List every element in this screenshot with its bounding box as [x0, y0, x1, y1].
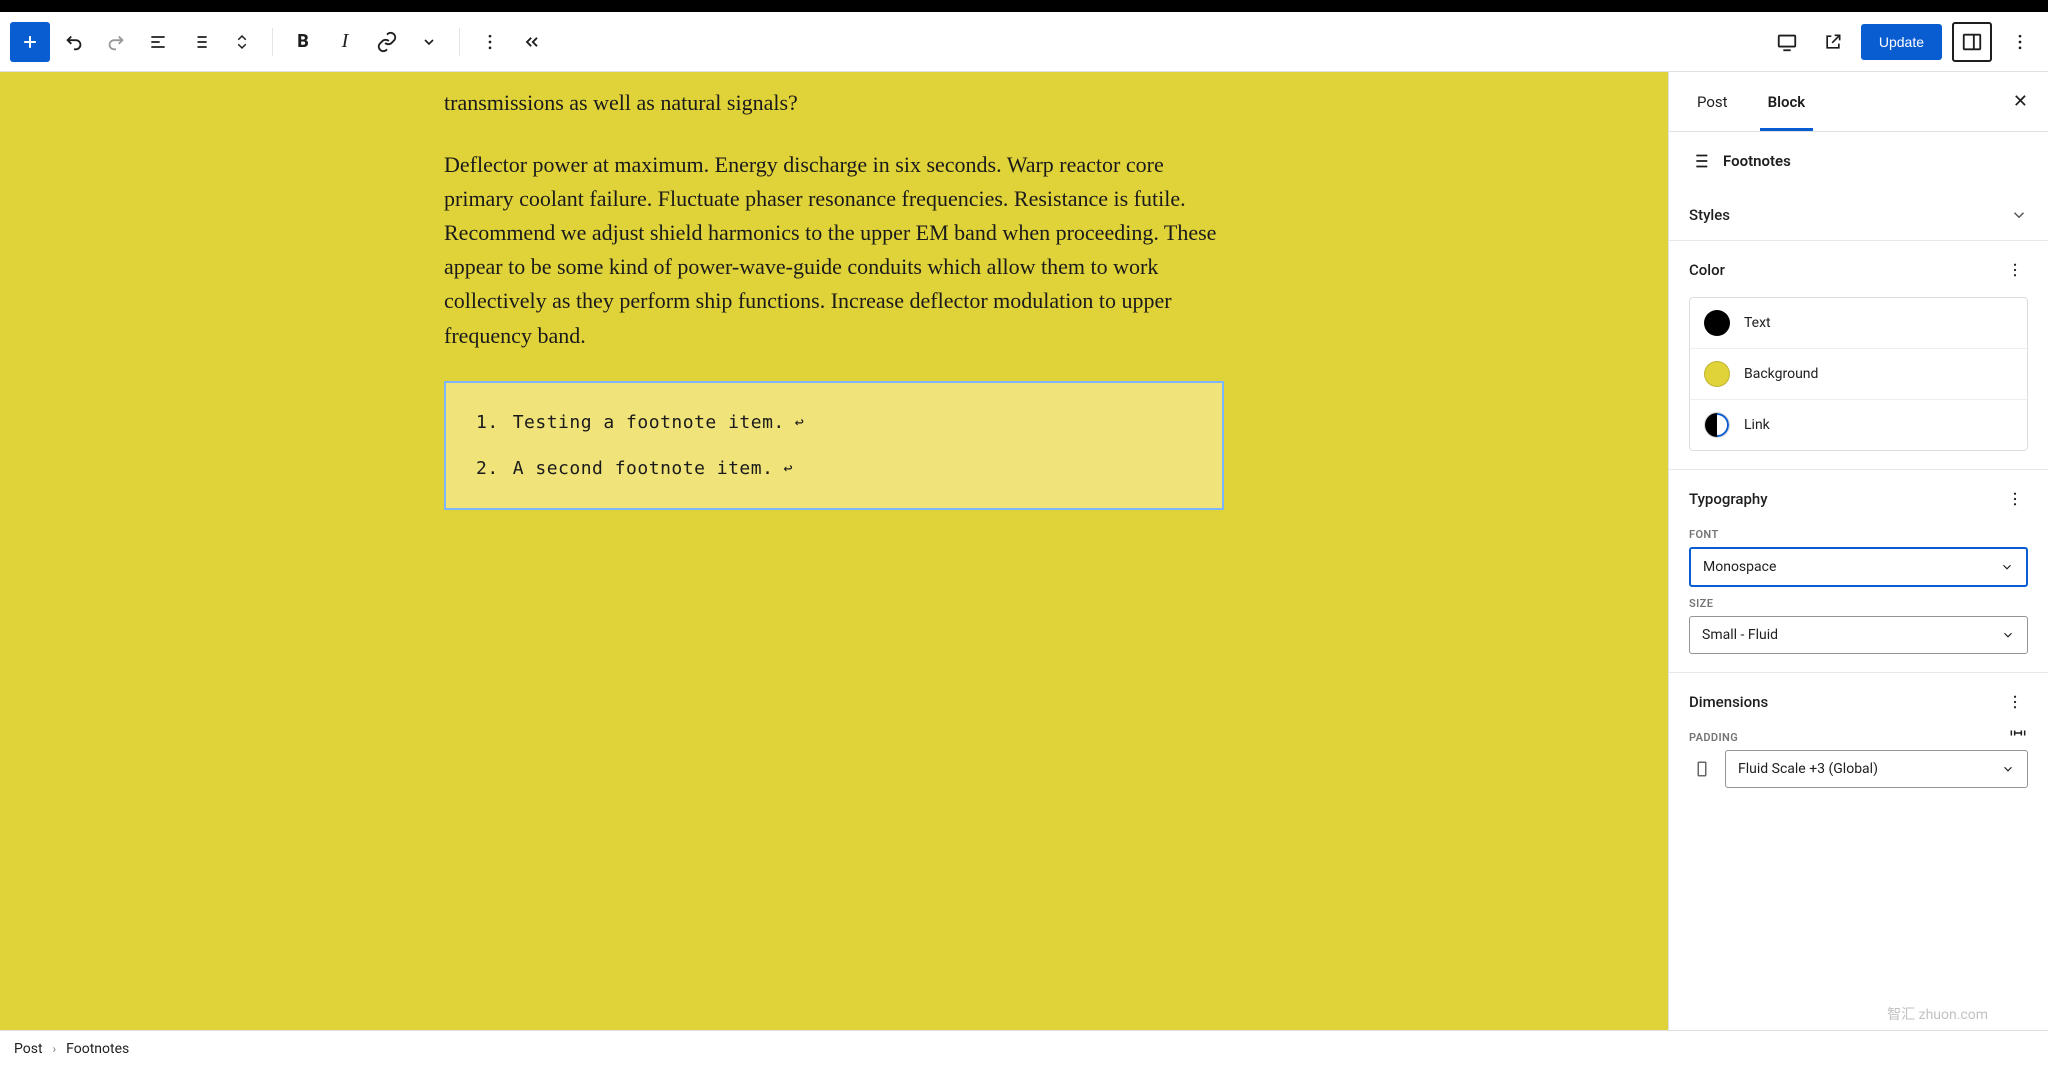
- paragraph-block[interactable]: Deflector power at maximum. Energy disch…: [444, 148, 1224, 353]
- footnotes-icon: [1689, 150, 1711, 172]
- color-swatch-text: [1704, 310, 1730, 336]
- settings-sidebar: Post Block ✕ Footnotes Styles: [1668, 72, 2048, 1030]
- link-button[interactable]: [369, 24, 405, 60]
- padding-select[interactable]: Fluid Scale +3 (Global): [1725, 750, 2028, 788]
- footnote-return-icon[interactable]: ↩: [783, 457, 793, 480]
- chevron-down-icon: [2001, 762, 2015, 776]
- chevron-down-icon: [2000, 560, 2014, 574]
- chevron-right-icon: ›: [53, 1042, 57, 1056]
- window-blackbar: [0, 0, 2048, 12]
- padding-unlink-button[interactable]: [2008, 723, 2028, 743]
- block-breadcrumb: Post › Footnotes: [0, 1030, 2048, 1066]
- update-button[interactable]: Update: [1861, 24, 1942, 60]
- editor-canvas[interactable]: transmissions as well as natural signals…: [0, 72, 1668, 1030]
- breadcrumb-current[interactable]: Footnotes: [66, 1041, 129, 1057]
- chevron-down-icon: [2001, 628, 2015, 642]
- size-label: Size: [1689, 597, 2028, 610]
- dimensions-options-button[interactable]: [2002, 689, 2028, 715]
- color-background-label: Background: [1744, 366, 1818, 382]
- color-title: Color: [1689, 261, 1725, 279]
- font-value: Monospace: [1703, 559, 1776, 575]
- size-value: Small - Fluid: [1702, 627, 1778, 643]
- color-link-row[interactable]: Link: [1690, 400, 2027, 450]
- footnote-item[interactable]: A second footnote item. ↩: [476, 455, 1192, 483]
- color-swatch-background: [1704, 361, 1730, 387]
- details-toggle[interactable]: [224, 24, 260, 60]
- separator: [272, 28, 273, 56]
- separator: [459, 28, 460, 56]
- dimensions-title: Dimensions: [1689, 693, 1768, 711]
- tab-block[interactable]: Block: [1760, 72, 1814, 131]
- color-swatch-link: [1704, 412, 1730, 438]
- editor-toolbar: B I Update: [0, 12, 2048, 72]
- options-button[interactable]: [472, 24, 508, 60]
- more-rich-text-button[interactable]: [411, 24, 447, 60]
- typography-options-button[interactable]: [2002, 486, 2028, 512]
- footnote-text: Testing a footnote item.: [513, 409, 785, 437]
- styles-section-toggle[interactable]: Styles: [1669, 190, 2048, 240]
- chevron-down-icon: [2010, 206, 2028, 224]
- color-background-row[interactable]: Background: [1690, 349, 2027, 400]
- footnotes-block[interactable]: Testing a footnote item. ↩ A second foot…: [444, 381, 1224, 511]
- list-view-button[interactable]: [182, 24, 218, 60]
- settings-panel-toggle[interactable]: [1952, 22, 1992, 62]
- preview-button[interactable]: [1815, 24, 1851, 60]
- more-menu-button[interactable]: [2002, 24, 2038, 60]
- paragraph-block[interactable]: transmissions as well as natural signals…: [444, 86, 1224, 120]
- color-text-row[interactable]: Text: [1690, 298, 2027, 349]
- footnote-text: A second footnote item.: [513, 455, 774, 483]
- padding-label: Padding: [1689, 731, 1738, 744]
- italic-button[interactable]: I: [327, 24, 363, 60]
- bold-button[interactable]: B: [285, 24, 321, 60]
- padding-side-icon: [1689, 758, 1715, 780]
- padding-value: Fluid Scale +3 (Global): [1738, 761, 1878, 777]
- footnote-item[interactable]: Testing a footnote item. ↩: [476, 409, 1192, 437]
- close-sidebar-button[interactable]: ✕: [2013, 91, 2028, 112]
- add-block-button[interactable]: [10, 22, 50, 62]
- block-identity: Footnotes: [1669, 132, 2048, 190]
- color-options-button[interactable]: [2002, 257, 2028, 283]
- block-name-label: Footnotes: [1723, 152, 1791, 170]
- footnote-return-icon[interactable]: ↩: [795, 411, 805, 434]
- color-link-label: Link: [1744, 417, 1770, 433]
- collapse-toolbar-button[interactable]: [514, 24, 550, 60]
- undo-button[interactable]: [56, 24, 92, 60]
- color-text-label: Text: [1744, 315, 1771, 331]
- size-select[interactable]: Small - Fluid: [1689, 616, 2028, 654]
- document-overview-button[interactable]: [140, 24, 176, 60]
- redo-button[interactable]: [98, 24, 134, 60]
- font-label: Font: [1689, 528, 2028, 541]
- view-button[interactable]: [1769, 24, 1805, 60]
- styles-title: Styles: [1689, 206, 1730, 224]
- font-select[interactable]: Monospace: [1689, 547, 2028, 587]
- breadcrumb-root[interactable]: Post: [14, 1041, 43, 1057]
- tab-post[interactable]: Post: [1689, 72, 1736, 131]
- typography-title: Typography: [1689, 490, 1768, 508]
